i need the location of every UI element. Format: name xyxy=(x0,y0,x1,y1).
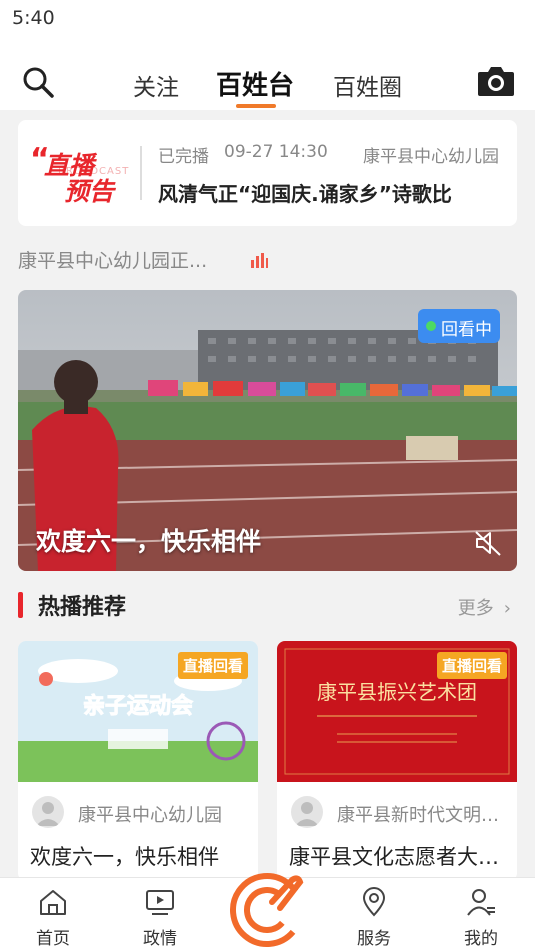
live-preview-badge: “ BROADCAST 直播 预告 xyxy=(30,142,130,206)
live-status: 已完播 xyxy=(158,147,209,167)
recommend-org: 康平县中心幼儿园 xyxy=(78,805,222,826)
search-icon[interactable] xyxy=(20,64,56,100)
active-tab-indicator xyxy=(236,104,276,108)
live-bars-icon xyxy=(251,253,268,268)
live-dot-icon xyxy=(426,321,436,331)
nav-mine-label: 我的 xyxy=(464,929,498,949)
mute-icon[interactable] xyxy=(473,528,503,558)
nav-policy[interactable]: 政情 xyxy=(120,886,200,949)
tab-baixingtai[interactable]: 百姓台 xyxy=(216,65,294,102)
location-icon xyxy=(362,887,386,917)
live-preview-card[interactable]: “ BROADCAST 直播 预告 已完播 09-27 14:30 康平县中心幼… xyxy=(18,120,517,226)
replay-badge: 直播回看 xyxy=(436,652,507,679)
recommend-title: 欢度六一，快乐相伴 xyxy=(30,845,219,869)
user-icon xyxy=(467,889,495,916)
nav-center-logo[interactable] xyxy=(228,866,306,948)
more-label: 更多 xyxy=(457,598,494,619)
nav-home[interactable]: 首页 xyxy=(13,886,93,949)
camera-icon[interactable] xyxy=(476,64,516,98)
recommend-card[interactable]: 康平县振兴艺术团 直播回看 康平县新时代文明实践中心 康平县文化志愿者大联欢 xyxy=(277,641,517,881)
live-datetime: 09-27 14:30 xyxy=(224,142,328,162)
divider xyxy=(140,146,142,200)
recommend-title: 康平县文化志愿者大联欢 xyxy=(289,845,509,869)
recommend-org: 康平县新时代文明实践中心 xyxy=(337,805,507,826)
section-accent-bar xyxy=(18,592,23,618)
replay-badge-label: 回看中 xyxy=(441,320,492,340)
nav-service[interactable]: 服务 xyxy=(334,886,414,949)
thumb-text: 亲子运动会 xyxy=(83,693,193,719)
status-bar: 5:40 xyxy=(0,0,535,38)
top-nav: 关注 百姓台 百姓圈 xyxy=(0,38,535,110)
avatar xyxy=(32,796,64,828)
nav-home-label: 首页 xyxy=(36,929,70,949)
featured-video[interactable]: 回看中 欢度六一，快乐相伴 xyxy=(18,290,517,571)
replay-badge: 回看中 xyxy=(418,309,500,343)
live-org: 康平县中心幼儿园 xyxy=(363,147,499,167)
chevron-right-icon: › xyxy=(503,598,511,619)
hot-recommend-header: 热播推荐 更多 › xyxy=(18,588,517,624)
live-title: 风清气正“迎国庆.诵家乡”诗歌比 xyxy=(158,182,452,206)
channel-name: 康平县中心幼儿园正... xyxy=(18,250,208,272)
tab-baixingquan[interactable]: 百姓圈 xyxy=(333,68,402,102)
avatar xyxy=(291,796,323,828)
video-title: 欢度六一，快乐相伴 xyxy=(36,527,262,556)
home-icon xyxy=(40,890,66,915)
channel-row[interactable]: 康平县中心幼儿园正... xyxy=(18,246,268,274)
thumb-text: 康平县振兴艺术团 xyxy=(317,680,477,704)
nav-service-label: 服务 xyxy=(357,929,391,949)
section-title: 热播推荐 xyxy=(38,595,127,620)
nav-policy-label: 政情 xyxy=(143,929,177,949)
recommend-card[interactable]: 亲子运动会 直播回看 康平县中心幼儿园 欢度六一，快乐相伴 xyxy=(18,641,258,881)
center-logo-icon xyxy=(230,873,304,947)
more-button[interactable]: 更多 › xyxy=(458,594,511,620)
status-time: 5:40 xyxy=(12,7,55,29)
tv-icon xyxy=(146,890,174,915)
nav-mine[interactable]: 我的 xyxy=(441,886,521,949)
tab-follow[interactable]: 关注 xyxy=(133,68,179,102)
replay-badge: 直播回看 xyxy=(177,652,248,679)
badge-line2: 预告 xyxy=(64,177,115,206)
